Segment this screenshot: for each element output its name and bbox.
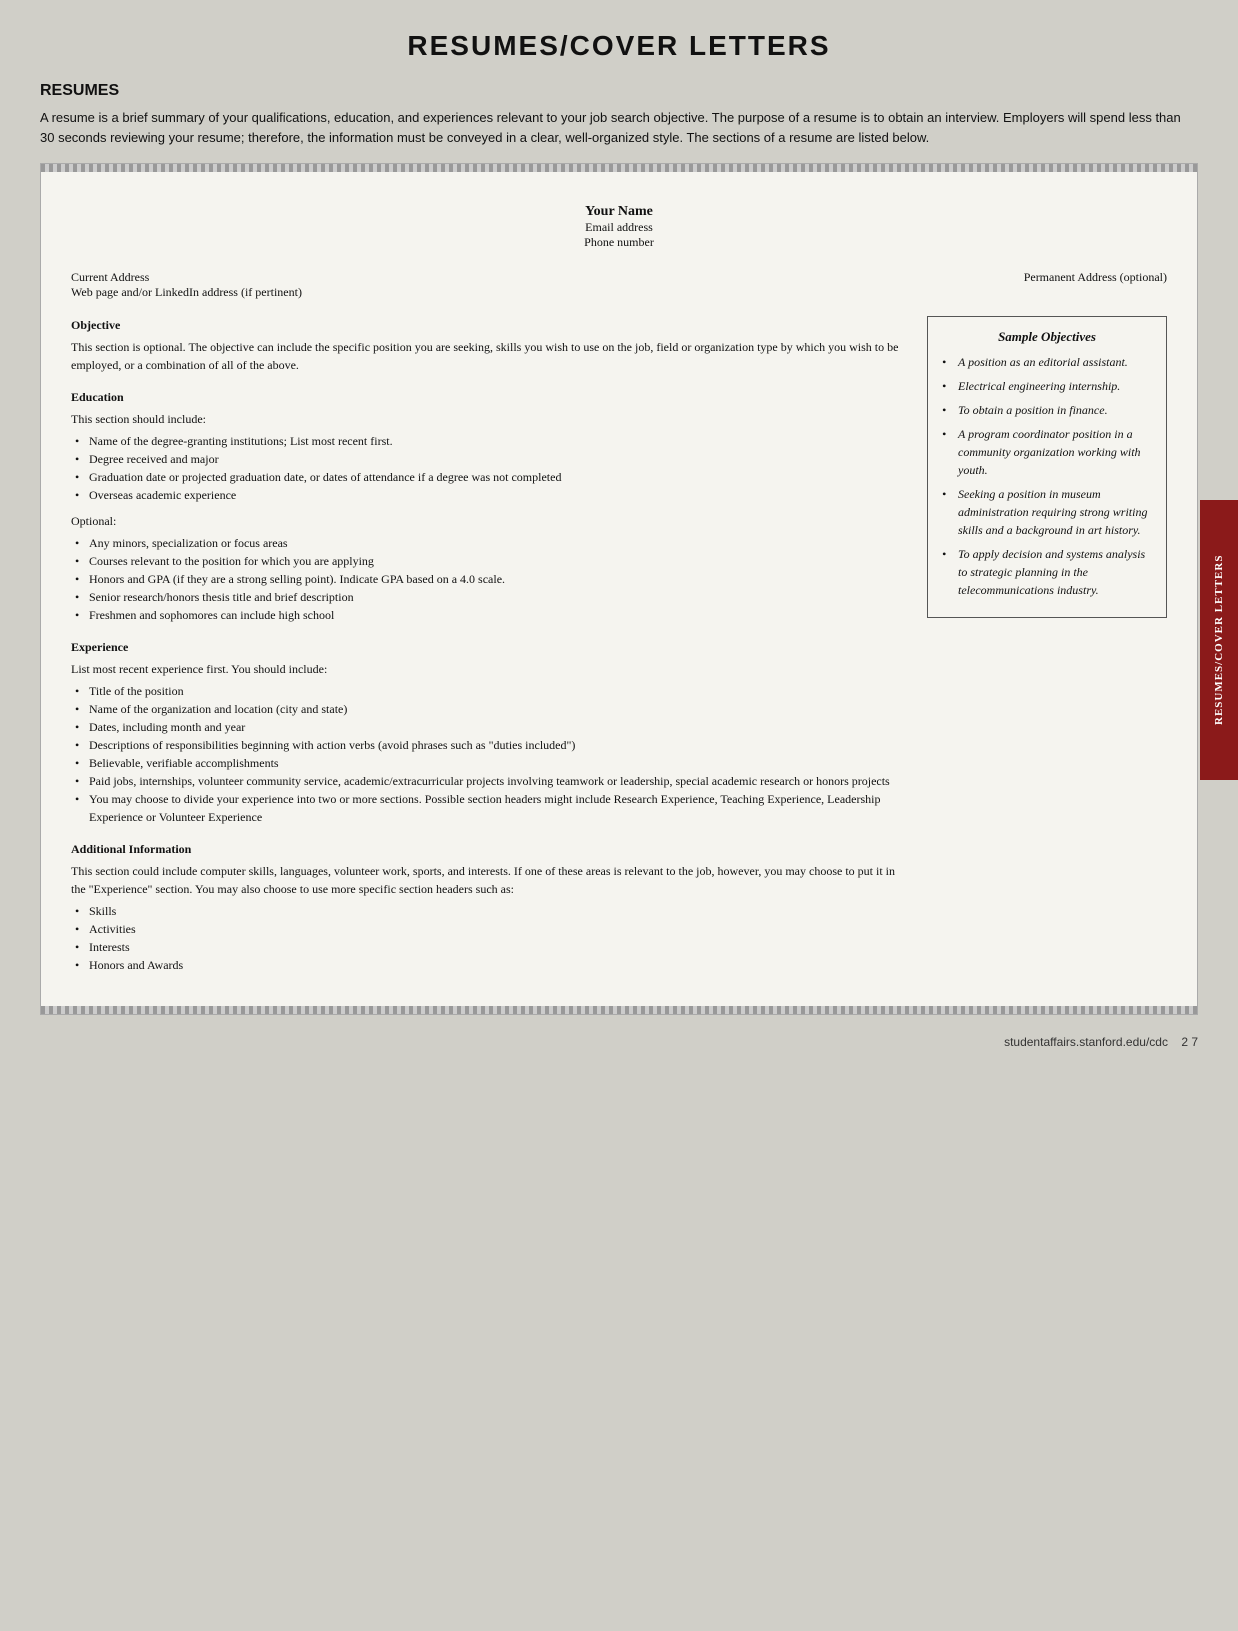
objectives-title: Sample Objectives bbox=[942, 329, 1152, 345]
list-item: Name of the degree-granting institutions… bbox=[75, 432, 907, 450]
list-item: You may choose to divide your experience… bbox=[75, 790, 907, 826]
list-item: A position as an editorial assistant. bbox=[942, 353, 1152, 371]
resume-phone: Phone number bbox=[71, 235, 1167, 250]
experience-list: Title of the position Name of the organi… bbox=[75, 682, 907, 826]
resume-email: Email address bbox=[71, 220, 1167, 235]
objective-title: Objective bbox=[71, 316, 907, 334]
list-item: Interests bbox=[75, 938, 907, 956]
objectives-box: Sample Objectives A position as an edito… bbox=[927, 316, 1167, 618]
footer-page: 2 7 bbox=[1181, 1035, 1198, 1049]
experience-intro: List most recent experience first. You s… bbox=[71, 660, 907, 678]
resume-left-col: Objective This section is optional. The … bbox=[71, 316, 907, 974]
resume-address-row: Current Address Web page and/or LinkedIn… bbox=[71, 270, 1167, 300]
list-item: Courses relevant to the position for whi… bbox=[75, 552, 907, 570]
list-item: Believable, verifiable accomplishments bbox=[75, 754, 907, 772]
page-title: RESUMES/COVER LETTERS bbox=[40, 30, 1198, 62]
education-title: Education bbox=[71, 388, 907, 406]
experience-title: Experience bbox=[71, 638, 907, 656]
list-item: Seeking a position in museum administrat… bbox=[942, 485, 1152, 539]
list-item: Graduation date or projected graduation … bbox=[75, 468, 907, 486]
resume-header: Your Name Email address Phone number bbox=[71, 204, 1167, 250]
page-wrapper: RESUMES/COVER LETTERS RESUMES/COVER LETT… bbox=[0, 0, 1238, 1631]
list-item: Electrical engineering internship. bbox=[942, 377, 1152, 395]
list-item: Overseas academic experience bbox=[75, 486, 907, 504]
additional-body: This section could include computer skil… bbox=[71, 862, 907, 898]
resume-body: Objective This section is optional. The … bbox=[71, 316, 1167, 974]
list-item: Activities bbox=[75, 920, 907, 938]
footer: studentaffairs.stanford.edu/cdc 2 7 bbox=[40, 1035, 1198, 1049]
resume-name: Your Name bbox=[71, 204, 1167, 220]
side-tab: RESUMES/COVER LETTERS bbox=[1200, 500, 1238, 780]
resumes-intro: A resume is a brief summary of your qual… bbox=[40, 108, 1198, 147]
list-item: To apply decision and systems analysis t… bbox=[942, 545, 1152, 599]
list-item: Paid jobs, internships, volunteer commun… bbox=[75, 772, 907, 790]
education-intro: This section should include: bbox=[71, 410, 907, 428]
resume-box: Your Name Email address Phone number Cur… bbox=[40, 163, 1198, 1015]
list-item: Any minors, specialization or focus area… bbox=[75, 534, 907, 552]
additional-title: Additional Information bbox=[71, 840, 907, 858]
additional-list: Skills Activities Interests Honors and A… bbox=[75, 902, 907, 974]
list-item: Dates, including month and year bbox=[75, 718, 907, 736]
optional-label: Optional: bbox=[71, 512, 907, 530]
education-list: Name of the degree-granting institutions… bbox=[75, 432, 907, 504]
objective-body: This section is optional. The objective … bbox=[71, 338, 907, 374]
education-optional-list: Any minors, specialization or focus area… bbox=[75, 534, 907, 624]
resume-current-address: Current Address Web page and/or LinkedIn… bbox=[71, 270, 302, 300]
objectives-list: A position as an editorial assistant. El… bbox=[942, 353, 1152, 599]
list-item: Title of the position bbox=[75, 682, 907, 700]
list-item: To obtain a position in finance. bbox=[942, 401, 1152, 419]
list-item: Freshmen and sophomores can include high… bbox=[75, 606, 907, 624]
footer-url: studentaffairs.stanford.edu/cdc bbox=[1004, 1035, 1168, 1049]
list-item: A program coordinator position in a comm… bbox=[942, 425, 1152, 479]
list-item: Honors and Awards bbox=[75, 956, 907, 974]
list-item: Name of the organization and location (c… bbox=[75, 700, 907, 718]
list-item: Descriptions of responsibilities beginni… bbox=[75, 736, 907, 754]
resume-permanent-address: Permanent Address (optional) bbox=[1024, 270, 1167, 300]
list-item: Skills bbox=[75, 902, 907, 920]
list-item: Senior research/honors thesis title and … bbox=[75, 588, 907, 606]
list-item: Honors and GPA (if they are a strong sel… bbox=[75, 570, 907, 588]
list-item: Degree received and major bbox=[75, 450, 907, 468]
resumes-heading: RESUMES bbox=[40, 82, 1198, 100]
